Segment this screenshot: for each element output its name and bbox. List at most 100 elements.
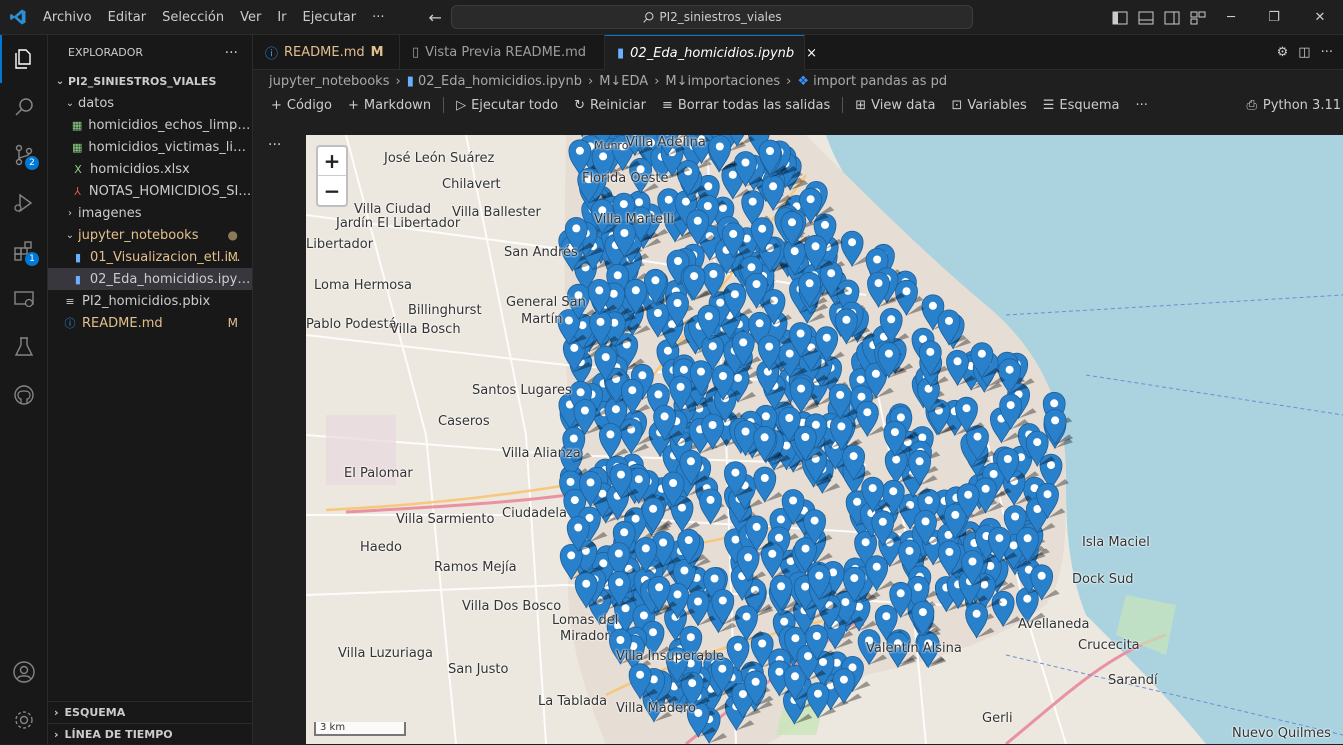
map-place-label: Martín [521,312,563,327]
run-debug-icon[interactable] [0,179,48,227]
kernel-picker[interactable]: ⎙ Python 3.11 [1246,92,1343,118]
map-scale-bar: 3 km [314,722,406,736]
menu-archivo[interactable]: Archivo [35,0,100,35]
more-actions-icon[interactable]: ··· [1321,45,1333,60]
menu-seleccion[interactable]: Selección [154,0,232,35]
close-window-icon[interactable]: ✕ [1297,0,1343,35]
tree-item[interactable]: ≡ PI2_homicidios.pbix [48,290,252,312]
breadcrumb: jupyter_notebooks › ▮ 02_Eda_homicidios.… [253,70,1343,92]
tree-item-label: PI2_homicidios.pbix [82,293,211,309]
map-zoom-control: + − [316,145,348,207]
menu-ir[interactable]: Ir [269,0,294,35]
close-tab-icon[interactable]: × [806,46,817,61]
tree-item[interactable]: Xhomicidios.xlsx [48,158,252,180]
zoom-out-button[interactable]: − [318,176,346,205]
tree-item[interactable]: ⓘ README.md M [48,312,252,334]
menu-editar[interactable]: Editar [100,0,155,35]
tab-preview-readme[interactable]: ▯ Vista Previa README.md [400,35,605,70]
timeline-section[interactable]: › LÍNEA DE TIEMPO [48,723,253,745]
map-place-label: Villa Luzuriaga [338,646,433,661]
breadcrumb-code[interactable]: ❖ import pandas as pd [797,74,947,89]
folium-map[interactable]: José León Suárez Chilavert Villa Ballester… [306,135,1343,744]
tree-item-label: 01_Visualizacion_etl.i... [90,249,241,265]
variables-button[interactable]: ⊡ Variables [943,92,1034,118]
toggle-primary-sidebar-icon[interactable] [1107,0,1133,35]
toggle-secondary-sidebar-icon[interactable] [1159,0,1185,35]
add-markdown-cell-button[interactable]: + Markdown [340,92,439,118]
plus-icon: + [271,97,282,113]
tree-item-label: README.md [82,315,163,331]
tree-item[interactable]: ⌄ jupyter_notebooks ● [48,224,252,246]
tab-readme-label: README.md [284,45,365,60]
tree-item[interactable]: ▦ homicidios_echos_limpio.c... [48,114,252,136]
explorer-more-icon[interactable]: ··· [225,45,238,61]
editor-tabs: ⓘ README.md M ▯ Vista Previa README.md ▮… [253,35,1343,70]
cell-more-icon[interactable]: ··· [268,137,281,153]
tree-item[interactable]: ⌄ datos [48,92,252,114]
outline-section[interactable]: › ESQUEMA [48,701,253,723]
map-place-label: Munro [594,139,629,152]
tab-readme[interactable]: ⓘ README.md M [253,35,400,70]
tree-item[interactable]: › imagenes [48,202,252,224]
map-place-label: Nuevo Quilmes [1232,726,1331,741]
github-icon[interactable] [0,371,48,419]
toolbar-more-button[interactable]: ··· [1128,92,1156,118]
kernel-icon: ⎙ [1246,97,1257,113]
explorer-icon[interactable] [0,35,48,83]
workspace-root[interactable]: ⌄ PI2_SINIESTROS_VIALES [48,70,252,92]
remote-explorer-icon[interactable] [0,275,48,323]
search-icon[interactable] [0,83,48,131]
testing-icon[interactable] [0,323,48,371]
menu-ver[interactable]: Ver [232,0,269,35]
tree-item[interactable]: ▦ homicidios_victimas_limpi... [48,136,252,158]
notebook-settings-gear-icon[interactable]: ⚙ [1277,45,1289,60]
tree-item[interactable]: ⅄ NOTAS_HOMICIDIOS_SINI... [48,180,252,202]
extensions-icon[interactable]: 1 [0,227,48,275]
map-place-label: Haedo [360,540,402,555]
breadcrumb-importaciones[interactable]: M↓importaciones [665,74,780,89]
back-arrow-icon[interactable]: ← [429,8,442,27]
chevron-down-icon: ⌄ [55,75,65,87]
map-place-label: Mirador [560,629,610,644]
tree-item[interactable]: ▮ 02_Eda_homicidios.ipynb [48,268,252,290]
map-place-label: Gerli [982,711,1013,726]
tab-notebook[interactable]: ▮ 02_Eda_homicidios.ipynb × [605,35,817,70]
outline-label: ESQUEMA [64,706,126,719]
toggle-panel-icon[interactable] [1133,0,1159,35]
view-data-button[interactable]: ⊞ View data [847,92,943,118]
chevron-right-icon: › [395,73,401,89]
add-code-cell-button[interactable]: + Código [263,92,340,118]
clear-outputs-button[interactable]: ≡ Borrar todas las salidas [654,92,838,118]
menu-more[interactable]: ··· [364,0,392,35]
tree-item[interactable]: ▮ 01_Visualizacion_etl.i... M [48,246,252,268]
breadcrumb-folder[interactable]: jupyter_notebooks [269,74,390,89]
menu-ejecutar[interactable]: Ejecutar [295,0,365,35]
minimize-icon[interactable]: ─ [1211,0,1251,35]
info-icon: ⓘ [265,47,279,62]
search-text: PI2_siniestros_viales [659,10,782,24]
map-place-label: Caseros [438,414,490,429]
map-place-label: Villa Madero [616,701,696,716]
breadcrumb-file[interactable]: ▮ 02_Eda_homicidios.ipynb [407,74,582,89]
restart-button[interactable]: ↻ Reiniciar [566,92,654,118]
breadcrumb-eda[interactable]: M↓EDA [599,74,648,89]
run-all-button[interactable]: ▷ Ejecutar todo [448,92,566,118]
tab-notebook-label: 02_Eda_homicidios.ipynb [630,45,795,61]
outline-button[interactable]: ☰ Esquema [1035,92,1128,118]
notebook-toolbar: + Código + Markdown ▷ Ejecutar todo ↻ Reinic… [253,92,1343,118]
map-place-label: José León Suárez [384,151,495,166]
accounts-icon[interactable] [0,648,48,696]
run-all-icon: ▷ [456,97,467,113]
command-center-search[interactable]: PI2_siniestros_viales [451,5,973,29]
source-control-icon[interactable]: 2 [0,131,48,179]
restore-icon[interactable]: ❐ [1251,0,1297,35]
map-place-label: Loma Hermosa [314,278,412,293]
map-place-label: La Tablada [538,694,608,709]
activity-bar: 2 1 [0,35,48,744]
settings-gear-icon[interactable] [0,696,48,744]
table-icon: ⊞ [855,97,867,113]
map-place-label: Villa Bosch [390,322,461,337]
split-editor-icon[interactable]: ◫ [1298,45,1310,60]
zoom-in-button[interactable]: + [318,147,346,176]
customize-layout-icon[interactable] [1185,0,1211,35]
